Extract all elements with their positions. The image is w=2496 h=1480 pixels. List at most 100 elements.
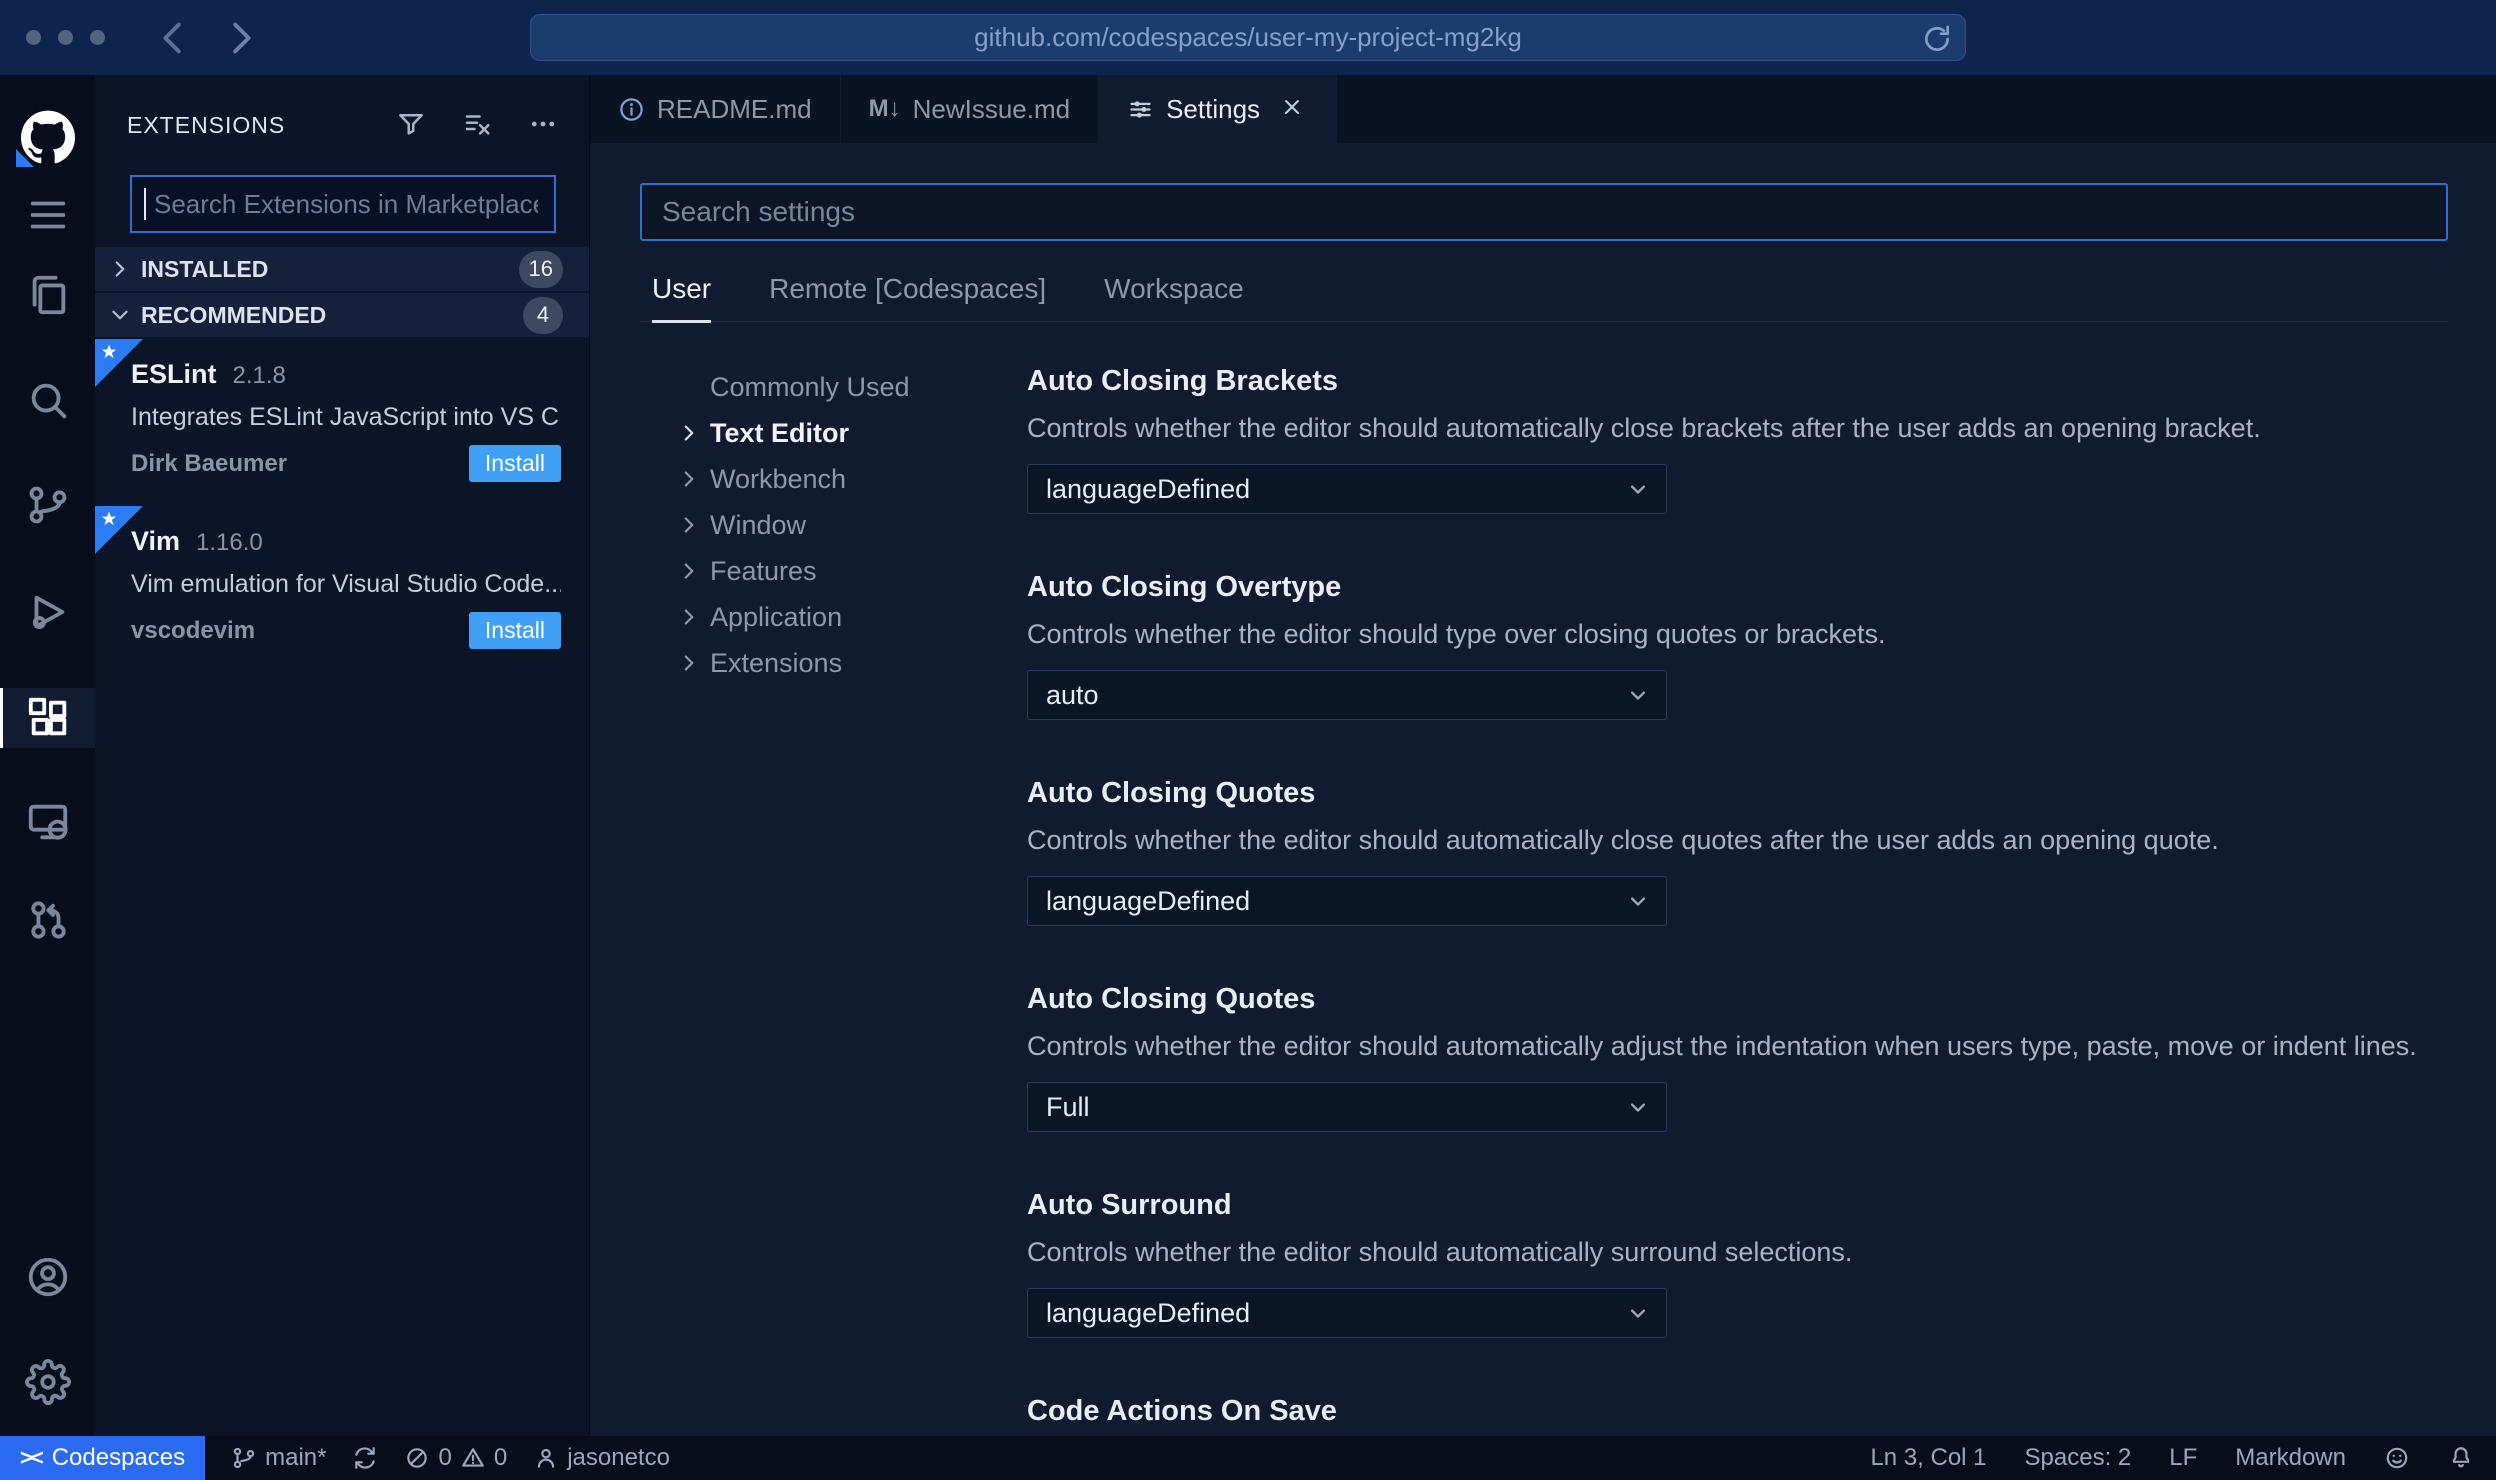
setting-select[interactable]: auto <box>1027 670 1667 720</box>
activity-remote-explorer-button[interactable] <box>0 792 95 852</box>
setting-title: Auto Surround <box>1027 1189 1232 1221</box>
setting-select[interactable]: languageDefined <box>1027 464 1667 514</box>
setting-title: Auto Closing Quotes <box>1027 983 1316 1015</box>
feedback-status-item[interactable] <box>2384 1445 2410 1471</box>
toc-label: Application <box>710 601 843 632</box>
toc-commonly-used[interactable]: Commonly Used <box>676 364 1027 410</box>
branch-status-item[interactable]: main* <box>231 1444 326 1472</box>
user-status-item[interactable]: jasonetco <box>533 1444 670 1472</box>
chevron-right-icon <box>684 563 694 579</box>
toc-window[interactable]: Window <box>676 502 1027 548</box>
toc-label: Workbench <box>710 463 847 494</box>
activity-settings-button[interactable] <box>0 1352 95 1412</box>
toc-features[interactable]: Features <box>676 548 1027 594</box>
language-mode-item[interactable]: Markdown <box>2235 1444 2346 1472</box>
refresh-button[interactable] <box>1921 23 1953 55</box>
url-bar[interactable]: github.com/codespaces/user-my-project-mg… <box>530 14 1966 61</box>
tab-readme[interactable]: README.md <box>590 75 841 143</box>
toc-text-editor[interactable]: Text Editor <box>676 410 1027 456</box>
install-button[interactable]: Install <box>468 445 561 482</box>
toc-application[interactable]: Application <box>676 594 1027 640</box>
bell-icon <box>2452 1447 2470 1468</box>
problems-status-item[interactable]: 0 0 <box>404 1444 507 1472</box>
setting-title: Auto Closing Brackets <box>1027 365 1338 397</box>
activity-explorer-button[interactable] <box>0 265 95 325</box>
feedback-smiley-icon <box>2386 1447 2408 1469</box>
scope-tab-user[interactable]: User <box>652 273 712 323</box>
activity-account-button[interactable] <box>0 1247 95 1307</box>
setting-item: Code Actions On Save <box>1027 1394 2448 1428</box>
window-minimize-button[interactable] <box>58 30 73 45</box>
account-icon <box>28 1257 67 1297</box>
scope-tab-remote[interactable]: Remote [Codespaces] <box>769 273 1046 323</box>
section-recommended[interactable]: RECOMMENDED 4 <box>95 293 589 339</box>
window-maximize-button[interactable] <box>90 30 105 45</box>
close-tab-button[interactable] <box>1280 95 1308 123</box>
toc-extensions[interactable]: Extensions <box>676 640 1027 686</box>
settings-scope-tabs: User Remote [Codespaces] Workspace <box>640 273 2448 323</box>
setting-title: Auto Closing Overtype <box>1027 571 1342 603</box>
settings-body: Commonly Used Text Editor Workbench Wind… <box>640 364 2448 1436</box>
url-text: github.com/codespaces/user-my-project-mg… <box>974 22 1522 52</box>
toc-workbench[interactable]: Workbench <box>676 456 1027 502</box>
notifications-status-item[interactable] <box>2448 1445 2474 1471</box>
sidebar-title: EXTENSIONS <box>127 111 286 138</box>
chevron-down-icon <box>1631 1103 1645 1112</box>
activity-search-button[interactable] <box>0 370 95 430</box>
tab-newissue[interactable]: M↓ NewIssue.md <box>841 75 1100 143</box>
activity-menu-button[interactable] <box>0 185 95 245</box>
section-installed[interactable]: INSTALLED 16 <box>95 247 589 293</box>
warning-count: 0 <box>493 1444 508 1471</box>
error-circle-slash-icon <box>407 1448 428 1468</box>
select-value: languageDefined <box>1046 473 1251 504</box>
activity-source-control-button[interactable] <box>0 475 95 535</box>
indentation-item[interactable]: Spaces: 2 <box>2025 1444 2132 1472</box>
eol-item[interactable]: LF <box>2169 1444 2197 1472</box>
window-close-button[interactable] <box>26 30 41 45</box>
settings-sliders-icon <box>1130 100 1151 118</box>
activity-extensions-button[interactable] <box>0 688 95 748</box>
browser-back-button[interactable] <box>152 15 198 61</box>
chevron-right-icon <box>684 517 694 533</box>
sync-icon <box>355 1447 376 1469</box>
tab-settings[interactable]: Settings <box>1099 75 1338 143</box>
chevron-right-icon <box>115 261 125 277</box>
sync-status-item[interactable] <box>352 1445 378 1471</box>
activity-pull-requests-button[interactable] <box>0 890 95 950</box>
install-button[interactable]: Install <box>468 612 561 649</box>
cursor-position-item[interactable]: Ln 3, Col 1 <box>1870 1444 1986 1472</box>
extension-list-item[interactable]: ESLint 2.1.8 Integrates ESLint JavaScrip… <box>95 339 589 506</box>
settings-toc: Commonly Used Text Editor Workbench Wind… <box>640 364 1027 1436</box>
filter-button[interactable] <box>395 109 427 141</box>
chevron-right-icon <box>684 425 694 441</box>
browser-chrome: github.com/codespaces/user-my-project-mg… <box>0 0 2496 75</box>
chevron-right-icon <box>233 22 251 54</box>
setting-select[interactable]: languageDefined <box>1027 876 1667 926</box>
toc-label: Text Editor <box>710 417 850 448</box>
setting-select[interactable]: languageDefined <box>1027 1288 1667 1338</box>
toc-label: Window <box>710 509 807 540</box>
extension-heading: Vim 1.16.0 <box>131 526 561 557</box>
setting-select[interactable]: Full <box>1027 1082 1667 1132</box>
setting-description: Controls whether the editor should type … <box>1027 619 1886 649</box>
extension-list-item[interactable]: Vim 1.16.0 Vim emulation for Visual Stud… <box>95 506 589 673</box>
activity-run-debug-button[interactable] <box>0 582 95 642</box>
github-codespaces-logo <box>0 105 95 169</box>
filter-icon <box>399 114 423 135</box>
extensions-search-input[interactable] <box>130 175 556 233</box>
scope-tab-workspace[interactable]: Workspace <box>1104 273 1244 323</box>
select-value: Full <box>1046 1091 1090 1122</box>
window-controls[interactable] <box>26 30 105 45</box>
clear-search-results-button[interactable] <box>461 109 493 141</box>
sidebar-header: EXTENSIONS <box>95 75 589 175</box>
close-icon <box>1285 100 1300 114</box>
settings-search-input[interactable] <box>640 183 2448 241</box>
setting-description: Controls whether the editor should autom… <box>1027 1031 2417 1061</box>
setting-description: Controls whether the editor should autom… <box>1027 1237 1853 1267</box>
browser-forward-button[interactable] <box>216 15 262 61</box>
codespaces-status-button[interactable]: >< Codespaces <box>0 1436 206 1480</box>
extension-footer: Dirk Baeumer Install <box>131 445 561 482</box>
more-actions-button[interactable] <box>527 109 559 141</box>
star-icon <box>101 511 117 526</box>
codespaces-label: Codespaces <box>51 1444 186 1471</box>
